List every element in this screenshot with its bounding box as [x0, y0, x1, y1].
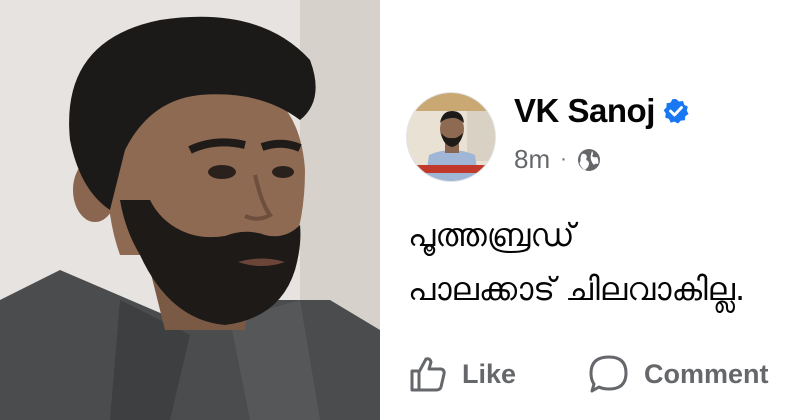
post-timestamp[interactable]: 8m — [514, 144, 550, 175]
comment-label: Comment — [644, 358, 769, 389]
like-label: Like — [462, 358, 517, 389]
post-text-line: പൂത്തബ്രഡ് — [408, 216, 575, 254]
meta-separator: · — [560, 148, 567, 170]
post-text: പൂത്തബ്രഡ് പാലക്കാട് ചിലവാകില്ല. — [408, 208, 800, 316]
verified-badge-icon — [663, 98, 689, 124]
globe-icon — [577, 148, 601, 172]
profile-photo — [0, 0, 380, 420]
like-icon — [408, 354, 448, 394]
post-actions: Like Comment — [408, 350, 800, 398]
post-text-line: പാലക്കാട് ചിലവാകില്ല. — [408, 270, 746, 308]
author-avatar[interactable] — [406, 92, 496, 182]
facebook-post: VK Sanoj 8m · പൂത്തബ്രഡ് പാലക്കാട് ചിലവാ… — [380, 0, 800, 420]
author-name[interactable]: VK Sanoj — [514, 92, 655, 130]
like-button[interactable]: Like — [408, 354, 588, 394]
comment-button[interactable]: Comment — [588, 354, 769, 394]
comment-icon — [588, 354, 630, 394]
